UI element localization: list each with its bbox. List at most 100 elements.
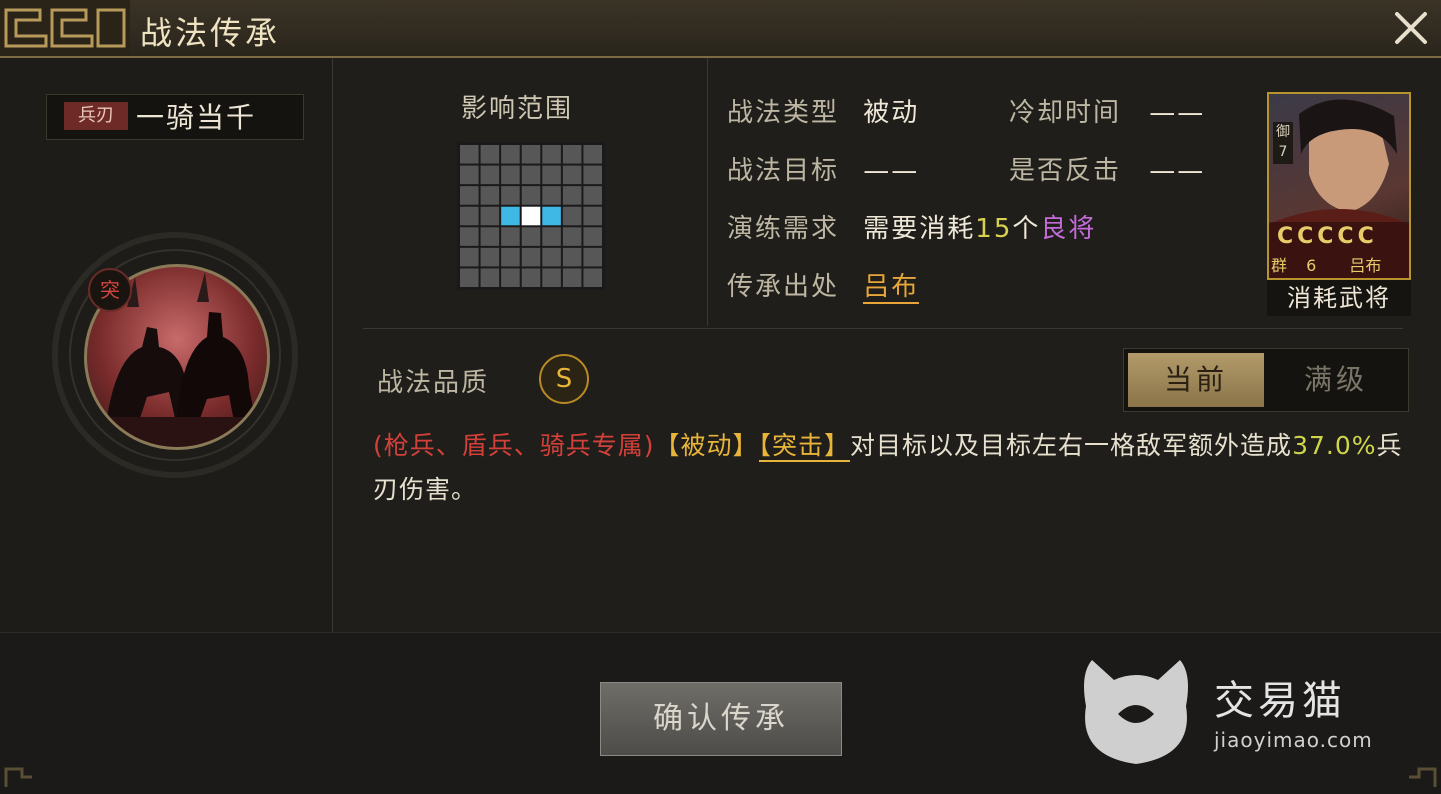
grid-cell [521,247,541,267]
origin-general-link[interactable]: 吕布 [863,272,920,304]
grid-cell [583,227,602,246]
grid-cell [460,247,479,267]
grid-cell [501,186,520,205]
grid-cell [583,268,602,287]
grid-cell [562,186,582,205]
attr-type-row: 战法类型 被动 [727,92,919,129]
grid-cell [583,247,602,267]
grid-cell [562,165,582,185]
grid-cell [542,145,561,164]
attr-drill-row: 演练需求 需要消耗15个良将 [727,208,1096,245]
general-footer: 群 6 吕布 [1271,252,1407,276]
grid-cell [542,227,561,246]
range-grid [457,142,605,290]
grid-cell [542,165,561,185]
attr-label: 战法类型 [727,98,840,128]
grid-cell [521,186,541,205]
grid-cell [501,268,520,287]
grid-cell [542,268,561,287]
attr-value: —— [1149,98,1206,128]
close-icon[interactable] [1391,8,1431,48]
grid-cell [480,206,500,226]
grid-cell [521,165,541,185]
grid-cell [480,227,500,246]
grid-cell-center [521,206,541,226]
desc-damage-rate: 37.0% [1292,431,1377,460]
grid-cell [460,268,479,287]
grid-cell [480,247,500,267]
desc-charge-link[interactable]: 【突击】 [758,431,851,462]
range-label: 影响范围 [461,94,574,124]
desc-troop-restriction: (枪兵、盾兵、骑兵专属) [373,431,655,460]
general-card[interactable]: 御 7 CCCCC 群 6 吕布 [1267,92,1411,280]
grid-cell [501,145,520,164]
weapon-type-tag: 兵刃 [64,102,128,130]
skill-description: (枪兵、盾兵、骑兵专属)【被动】【突击】对目标以及目标左右一格敌军额外造成37.… [373,424,1403,512]
watermark-name: 交易猫 [1214,678,1346,724]
corner-ornament-icon [1409,767,1437,787]
skill-detail-panel: 影响范围 战法类型 被动 冷却时间 —— 战法目标 —— 是否反击 —— 演练需… [333,58,1441,632]
grid-cell [562,145,582,164]
drill-unit: 个 [1012,214,1041,244]
grid-cell [480,186,500,205]
grid-cell [460,165,479,185]
tab-current[interactable]: 当前 [1128,353,1264,407]
drill-item-link[interactable]: 良将 [1040,214,1096,244]
skill-portrait-panel: 兵刃 一骑当千 突 [0,58,333,632]
attr-value: 需要消耗 [863,214,976,244]
attr-label: 是否反击 [1009,156,1122,186]
attr-origin-row: 传承出处 吕布 [727,266,920,304]
skill-inherit-window: 战法传承 兵刃 一骑当千 突 影响范围 战法类型 被动 冷却时间 —— 战法目标… [0,0,1441,794]
attr-label: 演练需求 [727,214,840,244]
watermark-url: jiaoyimao.com [1214,728,1373,752]
grid-cell [562,227,582,246]
window-title: 战法传承 [140,14,281,52]
grid-cell [542,186,561,205]
attr-label: 传承出处 [727,272,840,302]
divider [707,58,708,326]
attr-value: —— [863,156,920,186]
attr-label: 战法目标 [727,156,840,186]
attr-value: —— [1149,156,1206,186]
grid-cell [480,145,500,164]
level-toggle: 当前 满级 [1123,348,1409,412]
corner-ornament-icon [4,767,32,787]
grid-cell [562,247,582,267]
troop-name: 御 [1276,124,1290,140]
grid-cell [501,165,520,185]
confirm-inherit-button[interactable]: 确认传承 [600,682,842,756]
troop-level: 7 [1278,144,1288,160]
desc-text: 对目标以及目标左右一格敌军额外造成 [850,431,1293,460]
attr-target-row: 战法目标 —— [727,150,919,187]
consume-general-caption: 消耗武将 [1267,280,1411,316]
grid-cell [480,165,500,185]
grid-cell [562,268,582,287]
grid-cell [542,247,561,267]
grid-cell [583,186,602,205]
attr-cooldown-row: 冷却时间 —— [1009,92,1205,129]
tab-max-level[interactable]: 满级 [1268,353,1404,407]
grid-cell [460,145,479,164]
title-ornament-icon [0,0,130,56]
grid-cell [521,227,541,246]
drill-count: 15 [975,214,1013,244]
skill-name: 一骑当千 [136,101,257,134]
title-bar: 战法传承 [0,0,1441,58]
grid-cell [460,227,479,246]
grid-cell [562,206,582,226]
grid-cell [460,186,479,205]
grid-cell [521,145,541,164]
grid-cell [480,268,500,287]
grid-cell-target [542,206,561,226]
general-stars: CCCCC [1277,224,1378,249]
grid-cell [521,268,541,287]
attr-label: 冷却时间 [1009,98,1122,128]
faction: 群 [1271,256,1288,275]
grid-cell [583,145,602,164]
cost: 6 [1306,256,1317,275]
grid-cell [460,206,479,226]
desc-passive-tag: 【被动】 [654,431,759,460]
general-name: 吕布 [1349,256,1382,275]
grid-cell [583,206,602,226]
quality-label: 战法品质 [377,368,490,398]
